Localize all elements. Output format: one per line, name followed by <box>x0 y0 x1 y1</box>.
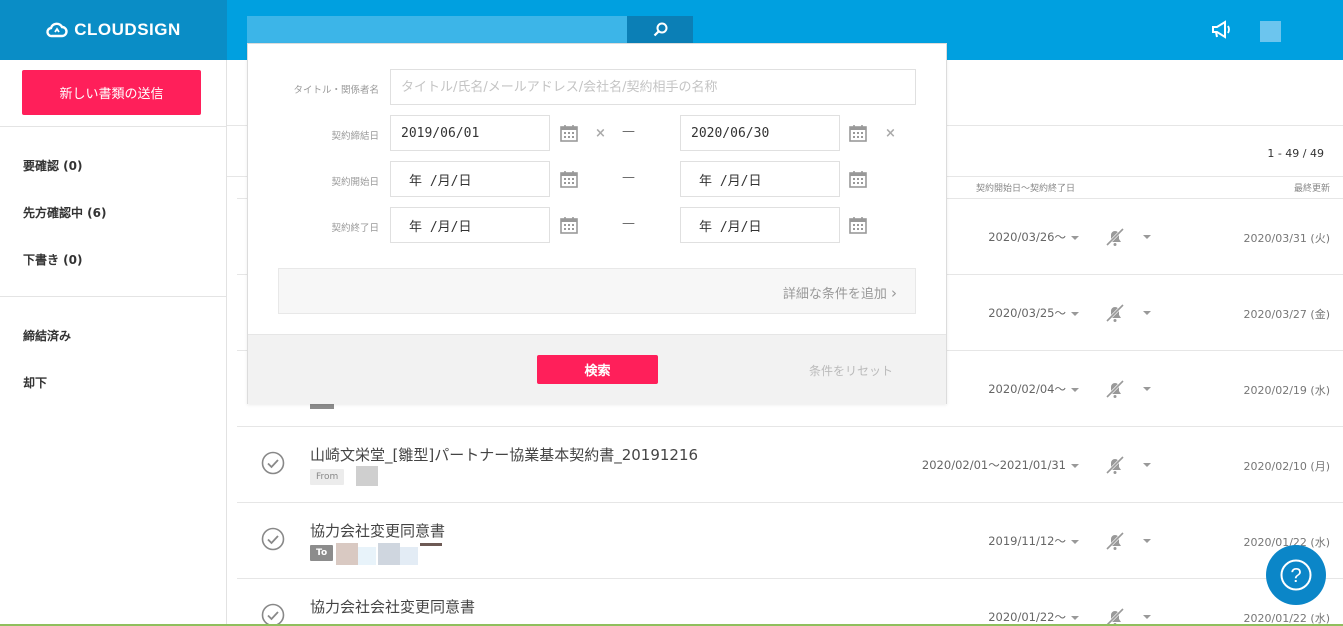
check-circle-icon[interactable] <box>261 451 285 475</box>
direction-tag: To <box>310 545 334 561</box>
notification-off-icon[interactable] <box>1104 227 1126 247</box>
search-icon <box>653 22 667 37</box>
signed-date-from-input[interactable] <box>390 115 550 151</box>
header-search-button[interactable] <box>627 16 693 43</box>
contract-period[interactable]: 2020/01/22〜 <box>988 609 1079 625</box>
document-title[interactable]: 協力会社変更同意書 <box>310 520 445 541</box>
last-updated: 2020/03/31 (火) <box>1243 232 1330 245</box>
chevron-down-icon <box>1071 311 1079 316</box>
redacted-avatar <box>358 547 376 565</box>
clear-signed-from-button[interactable]: × <box>595 126 606 141</box>
sidebar-item-drafts[interactable]: 下書き (0) <box>23 251 83 268</box>
sidebar-item-needs-confirmation[interactable]: 要確認 (0) <box>23 157 83 174</box>
last-updated: 2020/02/10 (月) <box>1243 460 1330 473</box>
sidebar-item-concluded[interactable]: 締結済み <box>23 327 71 344</box>
chevron-right-icon: › <box>891 284 897 302</box>
redacted-avatar <box>420 543 442 546</box>
table-row[interactable]: 山崎文栄堂_[雛型]パートナー協業基本契約書_20191216 From 202… <box>237 426 1343 502</box>
column-header-last-updated[interactable]: 最終更新 <box>1294 181 1330 194</box>
chevron-down-icon <box>1071 615 1079 620</box>
user-avatar[interactable] <box>1260 21 1281 42</box>
new-document-button[interactable]: 新しい書類の送信 <box>22 70 201 115</box>
notification-off-icon[interactable] <box>1104 303 1126 323</box>
chevron-down-icon <box>1071 387 1079 392</box>
label-title-party: タイトル・関係者名 <box>293 85 379 96</box>
table-row[interactable]: 協力会社会社変更同意書 2020/01/22〜 2020/01/22 (水) <box>237 578 1343 626</box>
announcement-icon[interactable] <box>1210 20 1232 40</box>
calendar-icon[interactable] <box>559 123 579 143</box>
contract-period[interactable]: 2019/11/12〜 <box>988 533 1079 549</box>
contract-period[interactable]: 2020/02/04〜 <box>988 381 1079 397</box>
contract-period[interactable]: 2020/02/01〜2021/01/31 <box>922 457 1079 473</box>
notification-off-icon[interactable] <box>1104 379 1126 399</box>
add-detailed-conditions-link[interactable]: 詳細な条件を追加 › <box>783 283 897 302</box>
range-separator: — <box>622 170 635 185</box>
calendar-icon[interactable] <box>848 215 868 235</box>
chevron-down-icon <box>1071 539 1079 544</box>
title-party-input[interactable] <box>390 69 916 105</box>
start-date-to-input[interactable] <box>680 161 840 197</box>
document-title[interactable]: 山崎文栄堂_[雛型]パートナー協業基本契約書_20191216 <box>310 444 698 465</box>
range-separator: — <box>622 124 635 139</box>
notification-off-icon[interactable] <box>1104 531 1126 551</box>
table-row[interactable]: 協力会社変更同意書 To 2019/11/12〜 2020/01/22 (水) <box>237 502 1343 578</box>
calendar-icon[interactable] <box>559 215 579 235</box>
chevron-down-icon[interactable] <box>1143 463 1151 467</box>
chevron-down-icon[interactable] <box>1143 615 1151 619</box>
redacted-avatar <box>400 547 418 565</box>
check-circle-icon[interactable] <box>261 603 285 626</box>
chevron-down-icon[interactable] <box>1143 539 1151 543</box>
sidebar-divider <box>0 126 226 127</box>
last-updated: 2020/02/19 (水) <box>1243 384 1330 397</box>
search-submit-button[interactable]: 検索 <box>537 355 658 384</box>
help-button[interactable]: ? <box>1266 545 1326 605</box>
redacted-avatar <box>356 466 378 486</box>
document-title[interactable]: 協力会社会社変更同意書 <box>310 596 475 617</box>
clear-signed-to-button[interactable]: × <box>885 126 896 141</box>
calendar-icon[interactable] <box>559 169 579 189</box>
chevron-down-icon <box>1071 463 1079 468</box>
reset-conditions-link[interactable]: 条件をリセット <box>809 362 893 379</box>
advanced-search-panel: タイトル・関係者名 契約締結日 × — × 契約開始日 — 契約終了日 — 詳細… <box>247 43 947 404</box>
chevron-down-icon[interactable] <box>1143 235 1151 239</box>
result-count: 1 - 49 / 49 <box>1267 147 1324 160</box>
direction-tag: From <box>310 469 345 485</box>
signed-date-to-input[interactable] <box>680 115 840 151</box>
start-date-from-input[interactable] <box>390 161 550 197</box>
last-updated: 2020/03/27 (金) <box>1243 308 1330 321</box>
cloud-logo-icon <box>46 22 68 38</box>
contract-period[interactable]: 2020/03/26〜 <box>988 229 1079 245</box>
help-label: ? <box>1290 565 1301 587</box>
check-circle-icon[interactable] <box>261 527 285 551</box>
chevron-down-icon[interactable] <box>1143 387 1151 391</box>
brand-name: CLOUDSIGN <box>74 20 181 39</box>
calendar-icon[interactable] <box>848 123 868 143</box>
end-date-from-input[interactable] <box>390 207 550 243</box>
search-panel-footer: 検索 条件をリセット <box>248 334 946 404</box>
sidebar-divider <box>0 296 226 297</box>
chevron-down-icon[interactable] <box>1143 311 1151 315</box>
sidebar-item-awaiting-partner[interactable]: 先方確認中 (6) <box>23 204 107 221</box>
column-header-contract-period[interactable]: 契約開始日〜契約終了日 <box>976 181 1075 194</box>
notification-off-icon[interactable] <box>1104 455 1126 475</box>
redacted-avatar <box>336 543 358 565</box>
calendar-icon[interactable] <box>848 169 868 189</box>
sidebar: 新しい書類の送信 要確認 (0) 先方確認中 (6) 下書き (0) 締結済み … <box>0 60 227 626</box>
end-date-to-input[interactable] <box>680 207 840 243</box>
contract-period[interactable]: 2020/03/25〜 <box>988 305 1079 321</box>
label-start-date: 契約開始日 <box>331 177 379 188</box>
header-search-input[interactable] <box>247 16 627 43</box>
label-end-date: 契約終了日 <box>331 223 379 234</box>
range-separator: — <box>622 216 635 231</box>
brand-logo[interactable]: CLOUDSIGN <box>0 0 227 60</box>
redacted-avatar <box>378 543 400 565</box>
additional-conditions-box: 詳細な条件を追加 › <box>278 268 916 314</box>
chevron-down-icon <box>1071 235 1079 240</box>
label-signed-date: 契約締結日 <box>331 131 379 142</box>
question-icon: ? <box>1280 559 1312 591</box>
sidebar-item-rejected[interactable]: 却下 <box>23 374 47 391</box>
